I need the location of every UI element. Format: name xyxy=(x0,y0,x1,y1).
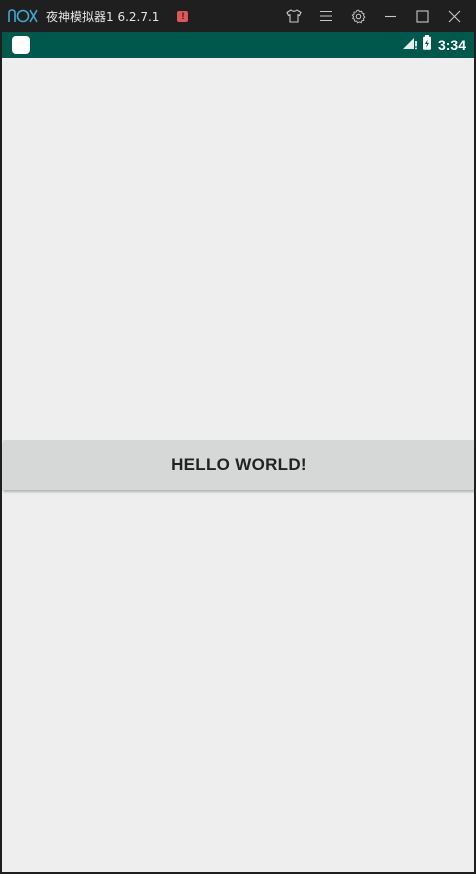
battery-icon xyxy=(422,35,432,55)
status-icons: 3:34 xyxy=(402,32,466,58)
emulator-window: 夜神模拟器1 6.2.7.1 ! 3:34 HELLO WORLD! xyxy=(0,0,476,874)
hello-world-button[interactable]: HELLO WORLD! xyxy=(3,440,474,490)
android-status-bar: 3:34 xyxy=(2,32,474,58)
signal-icon xyxy=(402,36,418,55)
status-clock: 3:34 xyxy=(437,37,466,53)
menu-icon[interactable] xyxy=(310,0,342,32)
window-controls xyxy=(278,0,470,32)
close-icon[interactable] xyxy=(438,0,470,32)
nox-logo-icon xyxy=(8,9,38,23)
android-screen: 3:34 HELLO WORLD! xyxy=(2,32,474,872)
minimize-icon[interactable] xyxy=(374,0,406,32)
maximize-icon[interactable] xyxy=(406,0,438,32)
shirt-icon[interactable] xyxy=(278,0,310,32)
gear-icon[interactable] xyxy=(342,0,374,32)
window-title: 夜神模拟器1 6.2.7.1 xyxy=(46,9,160,24)
alert-badge[interactable]: ! xyxy=(177,10,189,22)
app-notification-icon xyxy=(12,36,30,54)
emulator-title-bar: 夜神模拟器1 6.2.7.1 ! xyxy=(0,0,476,32)
